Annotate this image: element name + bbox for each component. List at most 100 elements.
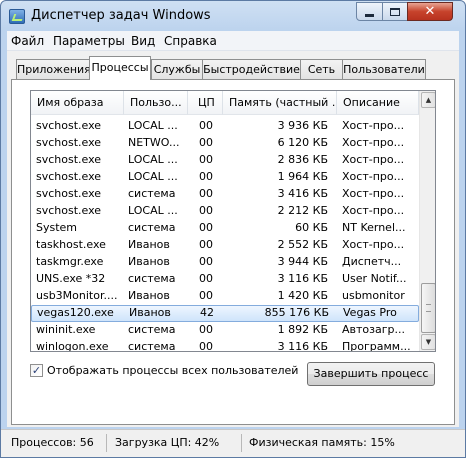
process-cpu: 00 <box>199 221 213 234</box>
scroll-down-button[interactable]: ▼ <box>421 334 435 350</box>
process-name: System <box>36 221 78 234</box>
process-row[interactable]: wininit.exe система 00 1 892 КБ Автозагр... <box>31 322 419 339</box>
column-header-image-name[interactable]: Имя образа <box>31 91 124 115</box>
tab-users[interactable]: Пользователи <box>342 59 426 79</box>
process-name: svchost.exe <box>36 153 102 166</box>
show-all-users-checkbox[interactable]: ✓ <box>30 363 43 377</box>
menu-bar: Файл Параметры Вид Справка <box>7 31 459 51</box>
column-header-user[interactable]: Пользо... <box>124 91 188 115</box>
process-description: NT Kernel... <box>342 221 406 234</box>
process-cpu: 00 <box>199 170 213 183</box>
process-description: Диспетч... <box>342 255 402 268</box>
process-user: Иванов <box>128 238 170 251</box>
process-cpu: 00 <box>199 119 213 132</box>
process-name: wininit.exe <box>36 323 96 336</box>
scroll-up-button[interactable]: ▲ <box>421 92 435 108</box>
tab-services[interactable]: Службы <box>151 59 203 79</box>
tab-performance[interactable]: Быстродействие <box>202 59 301 79</box>
show-all-users-label: Отображать процессы всех пользователей <box>47 363 299 377</box>
process-user: Иванов <box>128 289 170 302</box>
process-description: Хост-про... <box>342 170 405 183</box>
process-cpu: 00 <box>199 255 213 268</box>
process-row[interactable]: UNS.exe *32 система 00 3 116 КБ User Notif..… <box>31 271 419 288</box>
process-memory: 3 116 КБ <box>277 272 328 285</box>
process-description: Vegas Pro <box>343 306 397 319</box>
process-row[interactable]: taskmgr.exe Иванов 00 3 944 КБ Диспетч... <box>31 254 419 271</box>
process-row[interactable]: System система 00 60 КБ NT Kernel... <box>31 220 419 237</box>
scroll-thumb[interactable] <box>421 283 435 333</box>
process-memory: 2 836 КБ <box>277 153 328 166</box>
triangle-up-icon: ▲ <box>425 96 432 104</box>
process-user: Иванов <box>128 255 170 268</box>
process-cpu: 00 <box>199 272 213 285</box>
process-user: Иванов <box>129 306 171 319</box>
process-row[interactable]: svchost.exe NETWO... 00 6 120 КБ Хост-про... <box>31 135 419 152</box>
process-name: taskhost.exe <box>36 238 106 251</box>
process-description: Хост-про... <box>342 204 405 217</box>
vertical-scrollbar[interactable]: ▲ ▼ <box>419 91 435 351</box>
process-memory: 855 176 КБ <box>264 306 329 319</box>
process-name: svchost.exe <box>36 170 102 183</box>
status-divider <box>241 434 242 452</box>
window-title: Диспетчер задач Windows <box>31 8 211 23</box>
menu-view[interactable]: Вид <box>131 34 155 48</box>
process-memory: 1 964 КБ <box>277 170 328 183</box>
show-all-users-option[interactable]: ✓ Отображать процессы всех пользователей <box>30 362 298 378</box>
process-row[interactable]: svchost.exe LOCAL ... 00 1 964 КБ Хост-про..… <box>31 169 419 186</box>
process-memory: 3 944 КБ <box>277 255 328 268</box>
process-user: система <box>128 340 176 352</box>
process-cpu: 00 <box>199 340 213 352</box>
process-user: LOCAL ... <box>128 204 178 217</box>
process-cpu: 00 <box>199 323 213 336</box>
process-memory: 2 212 КБ <box>277 204 328 217</box>
maximize-icon <box>390 7 400 16</box>
process-row[interactable]: svchost.exe система 00 3 416 КБ Хост-про... <box>31 186 419 203</box>
end-process-button[interactable]: Завершить процесс <box>307 362 435 386</box>
column-header-memory[interactable]: Память (частный ... <box>223 91 337 115</box>
processes-panel: Имя образа Пользо... ЦП Память (частный … <box>11 79 455 425</box>
menu-help[interactable]: Справка <box>164 34 217 48</box>
process-row-selected[interactable]: vegas120.exe Иванов 42 855 176 КБ Vegas Pro <box>31 305 419 322</box>
process-user: LOCAL ... <box>128 119 178 132</box>
process-memory: 3 416 КБ <box>277 187 328 200</box>
process-row[interactable]: svchost.exe LOCAL ... 00 3 936 КБ Хост-про..… <box>31 118 419 135</box>
process-row[interactable]: taskhost.exe Иванов 00 2 552 КБ Хост-про... <box>31 237 419 254</box>
process-row[interactable]: usb3Monitor.... Иванов 00 1 420 КБ usbmonito… <box>31 288 419 305</box>
close-button[interactable]: ✕ <box>407 2 453 21</box>
process-user: система <box>128 323 176 336</box>
process-row[interactable]: winlogon.exe система 00 3 116 КБ Программ... <box>31 339 419 352</box>
triangle-down-icon: ▼ <box>425 338 432 346</box>
column-header-cpu[interactable]: ЦП <box>188 91 223 115</box>
process-name: svchost.exe <box>36 204 102 217</box>
process-cpu: 00 <box>199 289 213 302</box>
process-cpu: 00 <box>199 204 213 217</box>
process-description: Программ... <box>342 340 411 352</box>
tab-applications[interactable]: Приложения <box>16 59 91 79</box>
process-name: taskmgr.exe <box>36 255 104 268</box>
process-description: Хост-про... <box>342 153 405 166</box>
menu-options[interactable]: Параметры <box>53 34 125 48</box>
process-description: Хост-про... <box>342 119 405 132</box>
process-list[interactable]: Имя образа Пользо... ЦП Память (частный … <box>30 90 436 352</box>
process-memory: 6 120 КБ <box>277 136 328 149</box>
process-row[interactable]: svchost.exe LOCAL ... 00 2 212 КБ Хост-про..… <box>31 203 419 220</box>
tab-network[interactable]: Сеть <box>300 59 343 79</box>
minimize-button[interactable] <box>356 2 383 21</box>
tab-processes[interactable]: Процессы <box>89 56 151 80</box>
maximize-button[interactable] <box>382 2 408 21</box>
title-bar[interactable]: Диспетчер задач Windows ✕ <box>1 1 465 31</box>
minimize-icon <box>365 13 374 17</box>
process-cpu: 42 <box>200 306 214 319</box>
process-row[interactable]: svchost.exe LOCAL ... 00 2 836 КБ Хост-про..… <box>31 152 419 169</box>
process-cpu: 00 <box>199 136 213 149</box>
process-user: LOCAL ... <box>128 153 178 166</box>
process-description: Автозагр... <box>342 323 405 336</box>
menu-file[interactable]: Файл <box>11 34 44 48</box>
process-memory: 60 КБ <box>295 221 328 234</box>
task-manager-icon <box>9 9 25 24</box>
process-name: UNS.exe *32 <box>36 272 106 285</box>
column-header-description[interactable]: Описание <box>337 91 419 115</box>
task-manager-window: Диспетчер задач Windows ✕ Файл Параметры… <box>0 0 466 458</box>
process-user: система <box>128 187 176 200</box>
process-memory: 1 420 КБ <box>277 289 328 302</box>
